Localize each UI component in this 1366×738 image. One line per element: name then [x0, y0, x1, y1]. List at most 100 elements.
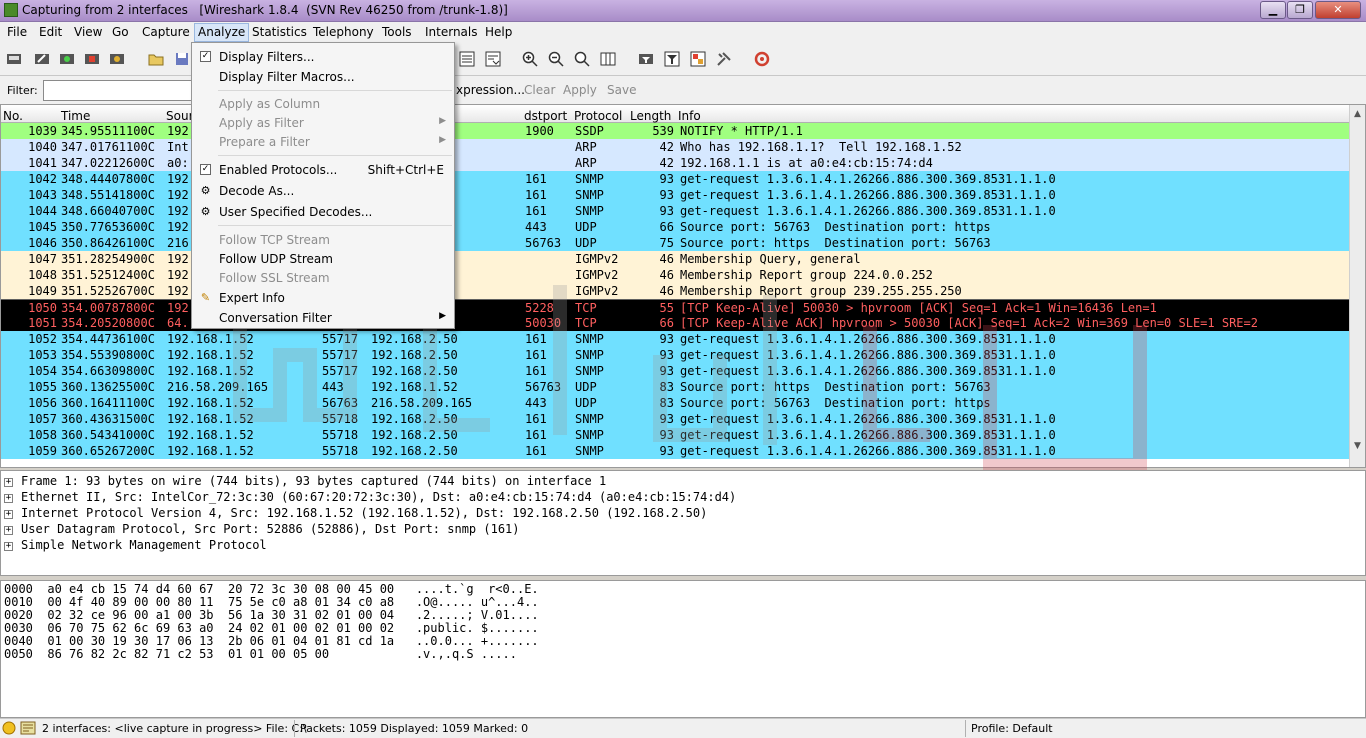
cell-length: 46	[659, 284, 674, 298]
clear-button[interactable]: Clear	[524, 83, 555, 97]
packet-row[interactable]: 1052 354.44736100C 192.168.1.52 55717 192.16…	[1, 331, 1351, 347]
filter-label: Filter:	[7, 84, 38, 97]
display-filters-icon[interactable]	[664, 51, 680, 67]
menu-telephony[interactable]: Telephony	[313, 25, 374, 39]
resize-columns-icon[interactable]	[600, 51, 616, 67]
expand-icon[interactable]: +	[4, 494, 13, 503]
apply-button[interactable]: Apply	[563, 83, 597, 97]
cell-info: [TCP Keep-Alive] 50030 > hpvroom [ACK] S…	[680, 301, 1157, 315]
packet-row[interactable]: 1056 360.16411100C 192.168.1.52 56763 216.58…	[1, 395, 1351, 411]
menu-capture[interactable]: Capture	[142, 25, 190, 39]
expand-icon[interactable]: +	[4, 526, 13, 535]
detail-row[interactable]: + Ethernet II, Src: IntelCor_72:3c:30 (60…	[4, 490, 736, 506]
col-protocol[interactable]: Protocol	[574, 109, 622, 123]
menu-edit[interactable]: Edit	[39, 25, 62, 39]
expert-info-status-icon[interactable]	[2, 721, 16, 735]
minimize-button[interactable]: ▁	[1260, 1, 1286, 19]
menu-item-apply-as-filter[interactable]: Apply as Filter ▶	[192, 113, 454, 132]
detail-row[interactable]: + Frame 1: 93 bytes on wire (744 bits), 9…	[4, 474, 606, 490]
preferences-icon[interactable]	[716, 51, 732, 67]
expression-button[interactable]: xpression...	[456, 83, 525, 97]
col-no[interactable]: No.	[3, 109, 23, 123]
filter-input[interactable]	[43, 80, 193, 101]
menu-tools[interactable]: Tools	[382, 25, 412, 39]
cell-source: 192.168.1.52	[167, 364, 254, 378]
menu-item-display-filter-macros[interactable]: Display Filter Macros...	[192, 67, 454, 86]
col-length[interactable]: Length	[630, 109, 671, 123]
packet-row[interactable]: 1054 354.66309800C 192.168.1.52 55717 192.16…	[1, 363, 1351, 379]
cell-info: get-request 1.3.6.1.4.1.26266.886.300.36…	[680, 172, 1056, 186]
cell-length: 93	[659, 172, 674, 186]
expand-icon[interactable]: +	[4, 478, 13, 487]
zoom-normal-icon[interactable]	[574, 51, 590, 67]
filter-icon: ✓	[200, 51, 211, 62]
col-time[interactable]: Time	[61, 109, 90, 123]
scroll-down-arrow-icon[interactable]: ▼	[1352, 441, 1363, 453]
packet-row[interactable]: 1057 360.43631500C 192.168.1.52 55718 192.16…	[1, 411, 1351, 427]
packet-row[interactable]: 1058 360.54341000C 192.168.1.52 55718 192.16…	[1, 427, 1351, 443]
packet-list-scrollbar[interactable]: ▲ ▼	[1349, 105, 1365, 467]
cell-srcport: 55718	[322, 428, 359, 442]
cell-info: get-request 1.3.6.1.4.1.26266.886.300.36…	[680, 188, 1056, 202]
capture-filters-icon[interactable]	[638, 51, 654, 67]
packet-row[interactable]: 1053 354.55390800C 192.168.1.52 55717 192.16…	[1, 347, 1351, 363]
menu-go[interactable]: Go	[112, 25, 129, 39]
status-profile[interactable]: Profile: Default	[971, 722, 1053, 735]
expand-icon[interactable]: +	[4, 542, 13, 551]
detail-row[interactable]: + Simple Network Management Protocol	[4, 538, 267, 554]
restart-capture-icon[interactable]	[109, 51, 125, 67]
menu-item-conversation-filter[interactable]: Conversation Filter ▶	[192, 308, 454, 327]
menu-item-expert-info[interactable]: ✎ Expert Info	[192, 288, 454, 307]
interfaces-icon[interactable]	[6, 51, 22, 67]
cell-length: 66	[659, 316, 674, 330]
scroll-up-arrow-icon[interactable]: ▲	[1352, 109, 1363, 121]
menu-view[interactable]: View	[74, 25, 102, 39]
zoom-out-icon[interactable]	[548, 51, 564, 67]
cell-protocol: SNMP	[575, 444, 604, 458]
menu-item-follow-tcp-stream[interactable]: Follow TCP Stream	[192, 230, 454, 249]
open-file-icon[interactable]	[148, 51, 164, 67]
start-capture-icon[interactable]	[59, 51, 75, 67]
capture-comment-icon[interactable]	[20, 721, 36, 735]
menu-item-follow-udp-stream[interactable]: Follow UDP Stream	[192, 249, 454, 268]
menu-statistics[interactable]: Statistics	[252, 25, 307, 39]
colorize-icon[interactable]	[459, 51, 475, 67]
save-filter-button[interactable]: Save	[607, 83, 636, 97]
col-source[interactable]: Sour	[166, 109, 194, 123]
close-button[interactable]: ✕	[1315, 1, 1361, 19]
menu-item-prepare-a-filter[interactable]: Prepare a Filter ▶	[192, 132, 454, 151]
expand-icon[interactable]: +	[4, 510, 13, 519]
cell-dstport: 50030	[525, 316, 562, 330]
cell-time: 348.44407800C	[61, 172, 155, 186]
cell-protocol: SNMP	[575, 204, 604, 218]
menu-item-user-specified-decodes[interactable]: ⚙ User Specified Decodes...	[192, 202, 454, 221]
packet-row[interactable]: 1055 360.13625500C 216.58.209.165 443 192.16…	[1, 379, 1351, 395]
packet-row[interactable]: 1059 360.65267200C 192.168.1.52 55718 192.16…	[1, 443, 1351, 459]
zoom-in-icon[interactable]	[522, 51, 538, 67]
options-icon[interactable]	[34, 51, 50, 67]
save-file-icon[interactable]	[174, 51, 190, 67]
cell-time: 351.52512400C	[61, 268, 155, 282]
menu-item-display-filters[interactable]: ✓ Display Filters...	[192, 47, 454, 66]
col-info[interactable]: Info	[678, 109, 701, 123]
menu-internals[interactable]: Internals	[425, 25, 478, 39]
menu-item-enabled-protocols[interactable]: ✓ Enabled Protocols... Shift+Ctrl+E	[192, 160, 454, 179]
menu-item-apply-as-column[interactable]: Apply as Column	[192, 94, 454, 113]
detail-row[interactable]: + Internet Protocol Version 4, Src: 192.1…	[4, 506, 707, 522]
help-icon[interactable]	[754, 51, 770, 67]
stop-capture-icon[interactable]	[84, 51, 100, 67]
cell-time: 350.77653600C	[61, 220, 155, 234]
col-dstport[interactable]: dstport	[524, 109, 567, 123]
coloring-rules-icon[interactable]	[690, 51, 706, 67]
menu-help[interactable]: Help	[485, 25, 512, 39]
submenu-arrow-icon: ▶	[439, 116, 446, 126]
menu-file[interactable]: File	[7, 25, 27, 39]
detail-row[interactable]: + User Datagram Protocol, Src Port: 52886…	[4, 522, 520, 538]
maximize-button[interactable]: ❐	[1287, 1, 1313, 19]
menu-item-follow-ssl-stream[interactable]: Follow SSL Stream	[192, 268, 454, 287]
cell-protocol: IGMPv2	[575, 252, 619, 266]
autoscroll-icon[interactable]	[485, 51, 501, 67]
menu-item-decode-as[interactable]: ⚙ Decode As...	[192, 181, 454, 200]
cell-length: 46	[659, 268, 674, 282]
menu-analyze[interactable]: Analyze	[194, 23, 250, 42]
